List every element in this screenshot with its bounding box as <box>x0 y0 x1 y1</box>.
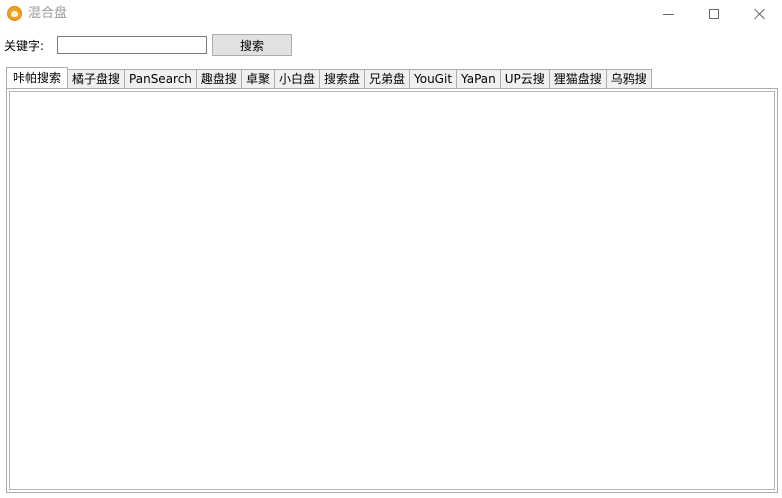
close-icon <box>754 8 766 20</box>
app-window: 混合盘 关键字: 搜索 咔帕搜索 橘子盘搜 PanSearch 趣盘搜 卓聚 小白盘 搜索盘… <box>0 0 782 498</box>
tab-5[interactable]: 小白盘 <box>273 69 320 88</box>
tab-panel <box>6 88 778 493</box>
tab-9[interactable]: YaPan <box>456 69 501 88</box>
title-bar[interactable]: 混合盘 <box>0 0 782 28</box>
window-title: 混合盘 <box>28 6 68 21</box>
tab-4[interactable]: 卓聚 <box>240 69 275 88</box>
close-button[interactable] <box>737 0 782 28</box>
tab-8[interactable]: YouGit <box>409 69 458 88</box>
minimize-button[interactable] <box>645 0 691 28</box>
keyword-input[interactable] <box>57 36 207 54</box>
app-logo-icon <box>7 6 22 21</box>
tab-3[interactable]: 趣盘搜 <box>195 69 242 88</box>
tab-2[interactable]: PanSearch <box>124 69 197 88</box>
tab-1[interactable]: 橘子盘搜 <box>67 69 126 88</box>
maximize-icon <box>709 9 719 19</box>
search-button[interactable]: 搜索 <box>212 34 292 56</box>
maximize-button[interactable] <box>691 0 737 28</box>
results-list[interactable] <box>9 91 775 490</box>
minimize-icon <box>662 13 674 15</box>
tab-6[interactable]: 搜索盘 <box>318 69 365 88</box>
tab-12[interactable]: 乌鸦搜 <box>605 69 652 88</box>
tab-11[interactable]: 狸猫盘搜 <box>548 69 607 88</box>
tab-0[interactable]: 咔帕搜索 <box>6 67 69 88</box>
keyword-label: 关键字: <box>4 39 45 53</box>
tab-strip: 咔帕搜索 橘子盘搜 PanSearch 趣盘搜 卓聚 小白盘 搜索盘 兄弟盘 YouGit YaP… <box>6 67 652 88</box>
tab-10[interactable]: UP云搜 <box>499 69 550 88</box>
tab-7[interactable]: 兄弟盘 <box>363 69 410 88</box>
